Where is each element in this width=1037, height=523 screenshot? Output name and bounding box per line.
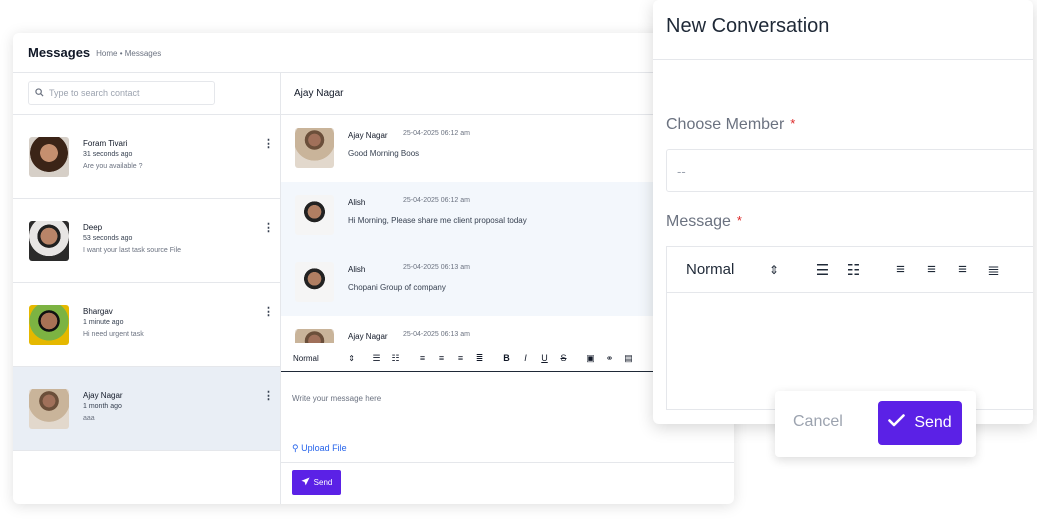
message-text: Hi Morning, Please share me client propo… bbox=[348, 216, 527, 225]
contact-name: Ajay Nagar bbox=[83, 391, 123, 400]
avatar bbox=[295, 329, 334, 343]
required-mark: * bbox=[736, 213, 742, 228]
bold-icon[interactable]: B bbox=[497, 353, 516, 363]
updown-icon: ⇕ bbox=[348, 353, 355, 363]
contact-time: 1 month ago bbox=[83, 403, 122, 410]
kebab-menu-icon[interactable]: ⋮ bbox=[263, 305, 274, 318]
format-select[interactable]: Normal ⇕ bbox=[293, 354, 355, 363]
cancel-button[interactable]: Cancel bbox=[793, 413, 843, 431]
composer-footer: Send bbox=[281, 462, 734, 504]
contact-name: Bhargav bbox=[83, 307, 113, 316]
contact-time: 31 seconds ago bbox=[83, 151, 133, 158]
align-left-icon[interactable]: ≡ bbox=[885, 261, 916, 278]
avatar bbox=[295, 262, 334, 302]
modal-send-label: Send bbox=[914, 414, 952, 431]
contact-item[interactable]: Bhargav 1 minute ago Hi need urgent task… bbox=[13, 283, 280, 367]
message-label-text: Message bbox=[666, 213, 731, 230]
contact-item[interactable]: Foram Tivari 31 seconds ago Are you avai… bbox=[13, 115, 280, 199]
align-right-icon[interactable]: ≡ bbox=[451, 353, 470, 363]
send-button[interactable]: Send bbox=[292, 470, 341, 495]
message-text: Chopani Group of company bbox=[348, 283, 446, 292]
search-icon bbox=[35, 87, 44, 99]
video-icon[interactable]: ▤ bbox=[619, 353, 638, 364]
send-label: Send bbox=[313, 478, 333, 487]
align-justify-icon[interactable]: ≣ bbox=[978, 261, 1009, 279]
upload-file-link[interactable]: ⚲ Upload File bbox=[292, 443, 347, 454]
required-mark: * bbox=[790, 116, 796, 131]
messages-header: Messages Home • Messages bbox=[13, 33, 734, 73]
contact-name: Foram Tivari bbox=[83, 139, 128, 148]
align-left-icon[interactable]: ≡ bbox=[413, 353, 432, 363]
modal-editor-toolbar: Normal ⇕ ☰ ☷ ≡ ≡ ≡ ≣ bbox=[667, 247, 1033, 293]
format-select-value: Normal bbox=[293, 353, 319, 363]
page-title: Messages bbox=[28, 45, 91, 60]
paper-plane-icon bbox=[301, 477, 310, 488]
align-center-icon[interactable]: ≡ bbox=[916, 261, 947, 278]
search-bar bbox=[13, 73, 280, 115]
message-time: 25-04-2025 06:13 am bbox=[403, 264, 470, 271]
modal-format-select[interactable]: Normal ⇕ bbox=[686, 261, 779, 278]
contact-time: 1 minute ago bbox=[83, 319, 124, 326]
avatar bbox=[29, 305, 69, 345]
contact-time: 53 seconds ago bbox=[83, 235, 133, 242]
contact-name: Deep bbox=[83, 223, 103, 232]
choose-member-label: Choose Member * bbox=[666, 116, 795, 134]
message-time: 25-04-2025 06:12 am bbox=[403, 197, 470, 204]
modal-message-editor[interactable]: Normal ⇕ ☰ ☷ ≡ ≡ ≡ ≣ bbox=[666, 246, 1033, 410]
modal-send-button[interactable]: Send bbox=[878, 401, 962, 445]
updown-icon: ⇕ bbox=[768, 262, 779, 277]
avatar bbox=[29, 389, 69, 429]
bullet-list-icon[interactable]: ☷ bbox=[838, 261, 869, 279]
kebab-menu-icon[interactable]: ⋮ bbox=[263, 389, 274, 402]
align-center-icon[interactable]: ≡ bbox=[432, 353, 451, 363]
modal-format-value: Normal bbox=[686, 261, 735, 278]
sender-name: Ajay Nagar bbox=[348, 131, 388, 140]
underline-icon[interactable]: U bbox=[535, 353, 554, 363]
contact-list-pane: Foram Tivari 31 seconds ago Are you avai… bbox=[13, 73, 281, 504]
sender-name: Alish bbox=[348, 198, 366, 207]
messages-panel: Messages Home • Messages Foram Tivari 31… bbox=[13, 33, 734, 504]
message-time: 25-04-2025 06:13 am bbox=[403, 331, 470, 338]
contact-item-active[interactable]: Ajay Nagar 1 month ago aaa ⋮ bbox=[13, 367, 280, 451]
sender-name: Alish bbox=[348, 265, 366, 274]
modal-actions: Cancel Send bbox=[775, 391, 976, 457]
ordered-list-icon[interactable]: ☰ bbox=[367, 353, 386, 364]
avatar bbox=[295, 195, 334, 235]
align-justify-icon[interactable]: ≣ bbox=[470, 353, 489, 364]
message-text: Good Morning Boos bbox=[348, 149, 420, 158]
upload-file-label: Upload File bbox=[301, 443, 347, 453]
search-box[interactable] bbox=[28, 81, 215, 105]
image-icon[interactable]: ▣ bbox=[581, 353, 600, 364]
paperclip-icon: ⚲ bbox=[292, 443, 299, 453]
search-input[interactable] bbox=[49, 88, 199, 98]
italic-icon[interactable]: I bbox=[516, 353, 535, 363]
avatar bbox=[29, 221, 69, 261]
member-select[interactable]: -- bbox=[666, 149, 1033, 192]
link-icon[interactable]: ⚭ bbox=[600, 353, 619, 364]
contact-item[interactable]: Deep 53 seconds ago I want your last tas… bbox=[13, 199, 280, 283]
new-conversation-modal: New Conversation Choose Member * -- Messa… bbox=[653, 0, 1033, 424]
avatar bbox=[29, 137, 69, 177]
ordered-list-icon[interactable]: ☰ bbox=[807, 261, 838, 279]
message-time: 25-04-2025 06:12 am bbox=[403, 130, 470, 137]
check-icon bbox=[888, 414, 906, 432]
choose-member-text: Choose Member bbox=[666, 116, 785, 133]
align-right-icon[interactable]: ≡ bbox=[947, 261, 978, 278]
contact-preview: I want your last task source File bbox=[83, 247, 182, 254]
contact-preview: Are you available ? bbox=[83, 163, 143, 170]
modal-title: New Conversation bbox=[666, 15, 830, 37]
sender-name: Ajay Nagar bbox=[348, 332, 388, 341]
contact-preview: aaa bbox=[83, 415, 95, 422]
divider bbox=[653, 59, 1033, 60]
kebab-menu-icon[interactable]: ⋮ bbox=[263, 137, 274, 150]
kebab-menu-icon[interactable]: ⋮ bbox=[263, 221, 274, 234]
avatar bbox=[295, 128, 334, 168]
strikethrough-icon[interactable]: S bbox=[554, 353, 573, 363]
bullet-list-icon[interactable]: ☷ bbox=[386, 353, 405, 364]
breadcrumb[interactable]: Home • Messages bbox=[96, 49, 161, 58]
contact-preview: Hi need urgent task bbox=[83, 331, 144, 338]
message-label: Message * bbox=[666, 213, 742, 231]
